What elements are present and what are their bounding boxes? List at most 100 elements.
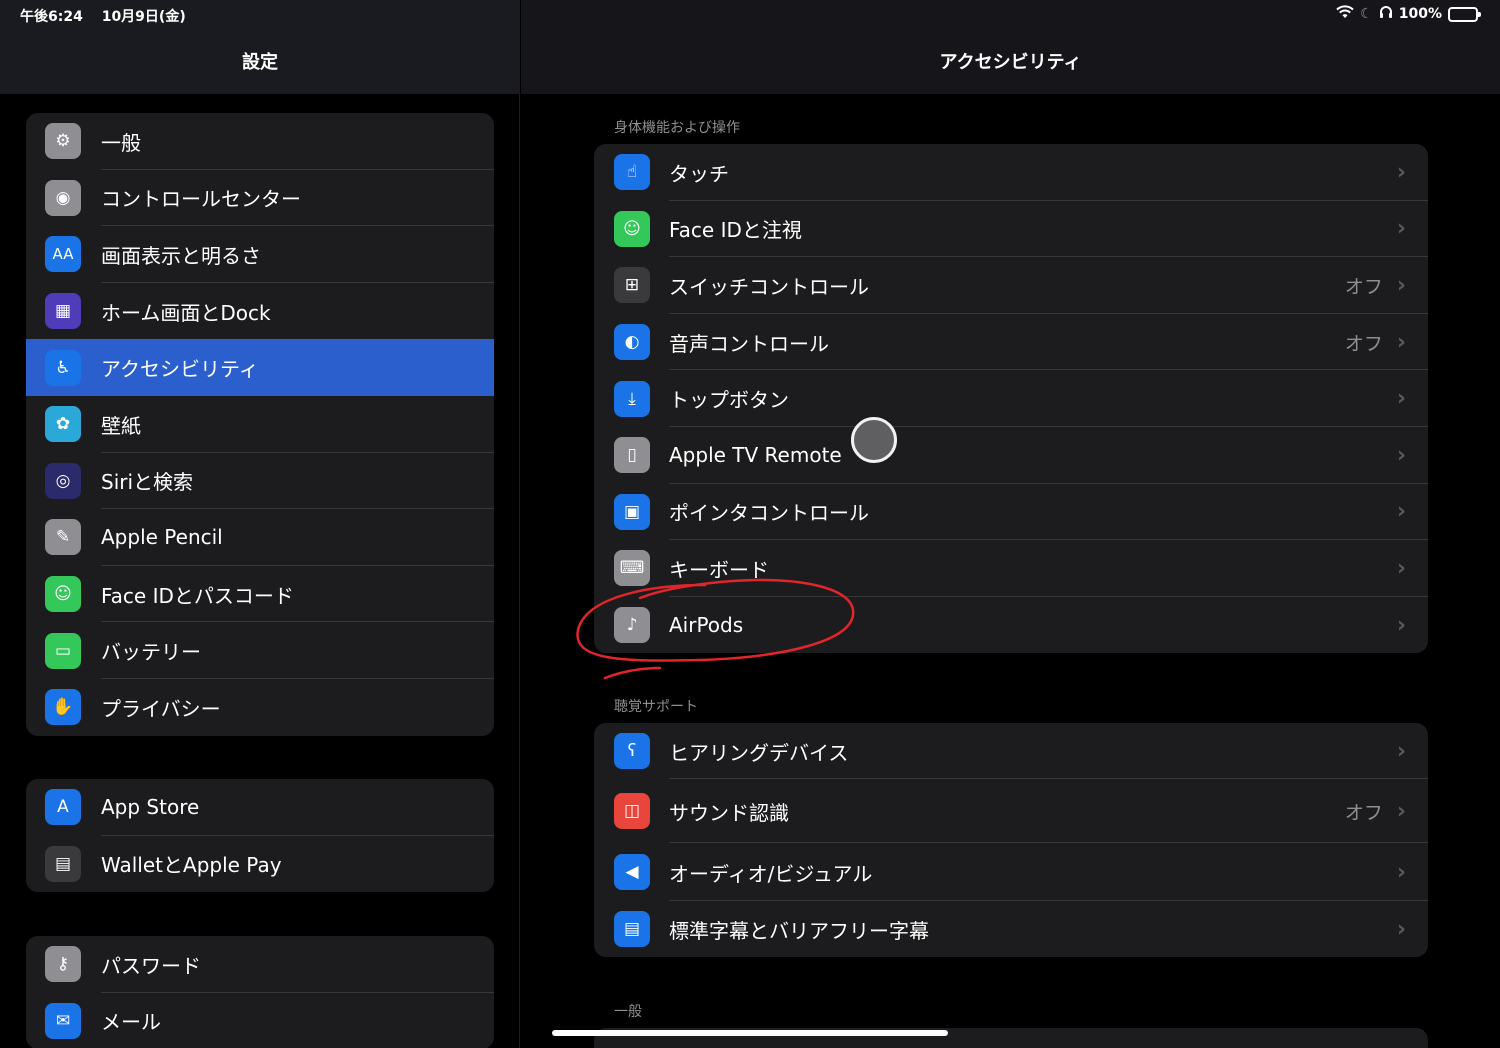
- sidebar-item[interactable]: ▦ ホーム画面とDock: [26, 283, 494, 340]
- subtitles-icon: ▤: [614, 911, 650, 947]
- accessibility-row[interactable]: ⊞ スイッチコントロール オフ ›: [594, 257, 1428, 314]
- sidebar-group-accounts: ⚷ パスワード ✉ メール: [26, 936, 494, 1048]
- status-date: 10月9日(金): [101, 9, 186, 25]
- home-indicator[interactable]: [552, 1030, 948, 1036]
- sidebar-item[interactable]: ⚙ 一般: [26, 113, 494, 170]
- row-label: オーディオ/ビジュアル: [669, 861, 873, 886]
- chevron-right-icon: ›: [1396, 859, 1406, 885]
- accessibility-row[interactable]: ▣ ポインタコントロール ›: [594, 484, 1428, 541]
- home-grid-icon: ▦: [45, 293, 81, 330]
- sidebar-group-main: ⚙ 一般 ◉ コントロールセンター AA 画面表示と明るさ ▦ ホーム画面とDock ♿ アクセシ…: [26, 113, 494, 736]
- siri-icon: ◎: [45, 462, 81, 499]
- accessibility-icon: ♿: [45, 349, 81, 386]
- sidebar-title: 設定: [242, 52, 278, 73]
- accessibility-row[interactable]: ⤓ トップボタン ›: [594, 370, 1428, 427]
- row-label: ポインタコントロール: [669, 501, 869, 526]
- sidebar-item-label: パスワード: [101, 953, 201, 978]
- accessibility-row[interactable]: ♪ AirPods ›: [594, 597, 1428, 654]
- accessibility-row[interactable]: ☺ Face IDと注視 ›: [594, 201, 1428, 258]
- accessibility-row[interactable]: ▤ 標準字幕とバリアフリー字幕 ›: [594, 901, 1428, 957]
- row-value: オフ: [1344, 801, 1383, 824]
- key-icon: ⚷: [45, 946, 81, 983]
- sidebar-item[interactable]: ⚷ パスワード: [26, 936, 494, 993]
- chevron-right-icon: ›: [1396, 442, 1406, 468]
- sidebar-item[interactable]: ♿ アクセシビリティ: [26, 339, 494, 396]
- headphones-icon: [1379, 5, 1393, 23]
- face-id-icon: ☺: [45, 576, 81, 613]
- accessibility-detail: アクセシビリティ 身体機能および操作 ☝ タッチ › ☺ Face IDと注視 › ⊞ スイッ…: [521, 0, 1500, 1048]
- accessibility-row[interactable]: ◀ オーディオ/ビジュアル ›: [594, 843, 1428, 901]
- mail-icon: ✉: [45, 1002, 81, 1039]
- sidebar-item-label: アクセシビリティ: [101, 357, 259, 382]
- row-label: AirPods: [669, 613, 744, 638]
- sidebar-item[interactable]: ✿ 壁紙: [26, 396, 494, 453]
- sidebar-item[interactable]: ✋ プライバシー: [26, 679, 494, 736]
- sidebar-item-label: 画面表示と明るさ: [101, 243, 261, 268]
- chevron-right-icon: ›: [1396, 738, 1406, 764]
- chevron-right-icon: ›: [1396, 386, 1406, 412]
- sidebar-item-label: Siriと検索: [101, 470, 194, 495]
- row-value: オフ: [1344, 332, 1383, 355]
- sidebar-item-label: ホーム画面とDock: [101, 300, 271, 325]
- section-header-motor: 身体機能および操作: [614, 120, 740, 136]
- gear-icon: ⚙: [45, 123, 81, 160]
- sidebar-item-label: バッテリー: [101, 640, 201, 665]
- accessibility-row[interactable]: ▯ Apple TV Remote ›: [594, 427, 1428, 484]
- accessibility-row[interactable]: ʕ ヒアリングデバイス ›: [594, 723, 1428, 779]
- flower-icon: ✿: [45, 406, 81, 443]
- sidebar-item[interactable]: ✉ メール: [26, 993, 494, 1048]
- chevron-right-icon: ›: [1396, 159, 1406, 185]
- row-label: 標準字幕とバリアフリー字幕: [669, 918, 929, 943]
- accessibility-row[interactable]: ◫ サウンド認識 オフ ›: [594, 779, 1428, 843]
- sidebar-item[interactable]: ◉ コントロールセンター: [26, 170, 494, 227]
- pencil-icon: ✎: [45, 519, 81, 556]
- row-value: オフ: [1344, 275, 1383, 298]
- sidebar-item[interactable]: ▤ WalletとApple Pay: [26, 836, 494, 893]
- sidebar-item-label: プライバシー: [101, 696, 221, 721]
- row-label: タッチ: [669, 161, 729, 186]
- battery-icon: [1448, 6, 1481, 22]
- switch-grid-icon: ⊞: [614, 267, 650, 304]
- accessibility-row[interactable]: ◐ 音声コントロール オフ ›: [594, 314, 1428, 371]
- battery-percent: 100%: [1398, 6, 1442, 22]
- sidebar-item[interactable]: ▭ バッテリー: [26, 622, 494, 679]
- hand-icon: ✋: [45, 689, 81, 726]
- touch-hand-icon: ☝: [614, 154, 650, 191]
- chevron-right-icon: ›: [1396, 216, 1406, 242]
- sidebar-item[interactable]: A App Store: [26, 779, 494, 836]
- chevron-right-icon: ›: [1396, 612, 1406, 638]
- row-label: キーボード: [669, 557, 769, 582]
- row-label: トップボタン: [669, 388, 789, 413]
- row-label: ヒアリングデバイス: [669, 740, 849, 765]
- sidebar-item[interactable]: AA 画面表示と明るさ: [26, 226, 494, 283]
- accessibility-row[interactable]: ⌨ キーボード ›: [594, 540, 1428, 597]
- remote-icon: ▯: [614, 437, 650, 474]
- sidebar-item-label: App Store: [101, 795, 200, 820]
- wifi-icon: [1336, 5, 1354, 23]
- section-motor: ☝ タッチ › ☺ Face IDと注視 › ⊞ スイッチコントロール オフ › ◐ 音声コントロール…: [594, 144, 1428, 654]
- airpods-icon: ♪: [614, 607, 650, 644]
- accessibility-row[interactable]: ☝ タッチ ›: [594, 144, 1428, 201]
- pointer-icon: ▣: [614, 493, 650, 530]
- face-id-icon: ☺: [614, 210, 650, 247]
- wallet-icon: ▤: [45, 845, 81, 882]
- sidebar-item[interactable]: ◎ Siriと検索: [26, 453, 494, 510]
- chevron-right-icon: ›: [1396, 329, 1406, 355]
- status-left: 午後6:24 10月9日(金): [20, 6, 200, 26]
- detail-title: アクセシビリティ: [939, 52, 1082, 73]
- text-size-icon: AA: [45, 236, 81, 273]
- battery-icon: ▭: [45, 632, 81, 669]
- chevron-right-icon: ›: [1396, 499, 1406, 525]
- chevron-right-icon: ›: [1396, 555, 1406, 581]
- voice-control-icon: ◐: [614, 324, 650, 361]
- keyboard-icon: ⌨: [614, 550, 650, 587]
- sidebar-item[interactable]: ✎ Apple Pencil: [26, 509, 494, 566]
- sidebar-item-label: Apple Pencil: [101, 525, 223, 550]
- sidebar-item-label: Face IDとパスコード: [101, 583, 294, 608]
- row-label: サウンド認識: [669, 800, 789, 825]
- moon-icon: ☾: [1360, 6, 1373, 22]
- status-right: ☾ 100%: [1336, 5, 1481, 23]
- sidebar-item-label: メール: [101, 1010, 161, 1035]
- top-button-icon: ⤓: [614, 380, 650, 417]
- sidebar-item[interactable]: ☺ Face IDとパスコード: [26, 566, 494, 623]
